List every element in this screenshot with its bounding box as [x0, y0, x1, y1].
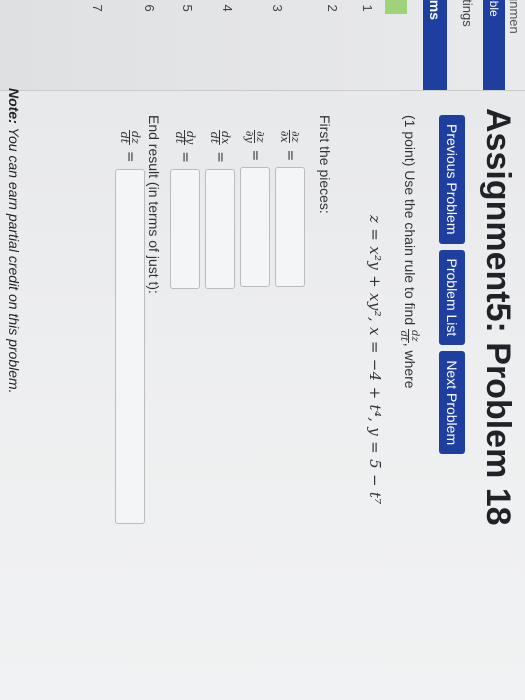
dy-dt-fraction: dy dt: [173, 130, 198, 146]
sidebar-item-label: m 5: [180, 0, 195, 12]
sidebar: gnmen oble etings ems m 1 m 2 m 3 m 4 m …: [0, 0, 525, 91]
problem-equation: z = x²y + xy², x = −4 + t⁴, y = 5 − t⁷: [366, 215, 384, 505]
fraction-numerator: dz: [408, 329, 420, 343]
problem-intro-suffix: , where: [401, 342, 418, 389]
sidebar-item-problem[interactable]: m 2: [325, 0, 340, 40]
dx-dt-fraction: dx dt: [208, 130, 233, 146]
equals-sign: =: [212, 151, 228, 163]
piece-row-dy-dt: dy dt =: [170, 130, 200, 289]
piece-row-dz-dy: ∂z ∂y =: [240, 130, 270, 288]
sidebar-item-label: m 2: [325, 0, 340, 12]
equals-sign: =: [177, 151, 193, 163]
sidebar-item-label: m 6: [142, 0, 157, 12]
answer-input-dz-dt[interactable]: [115, 168, 145, 524]
fraction-numerator: dz: [129, 130, 143, 145]
sidebar-item-label: m 1: [360, 0, 375, 12]
next-problem-button[interactable]: Next Problem: [439, 351, 465, 455]
sidebar-item-label: m 3: [270, 0, 285, 12]
fraction-denominator: dt: [173, 131, 187, 144]
answer-input-dx-dt[interactable]: [205, 168, 235, 289]
fraction-denominator: dt: [208, 131, 222, 144]
sidebar-item-problem[interactable]: m 6: [142, 0, 157, 40]
fraction-numerator: ∂z: [289, 130, 303, 144]
problem-intro-text: (1 point) Use the chain rule to find: [401, 115, 418, 326]
fraction-denominator: ∂y: [243, 130, 257, 143]
piece-row-dz-dx: ∂z ∂x =: [275, 130, 305, 288]
sidebar-item-active[interactable]: oble: [483, 0, 505, 90]
previous-problem-button[interactable]: Previous Problem: [439, 115, 465, 244]
fraction-denominator: dt: [398, 330, 409, 342]
dz-dt-fraction: dz dt: [118, 130, 143, 145]
answer-input-dz-dy[interactable]: [240, 167, 270, 288]
sidebar-item-problem[interactable]: m 3: [270, 0, 285, 40]
fraction-numerator: ∂z: [254, 130, 268, 144]
fraction-numerator: dy: [184, 130, 198, 146]
partial-z-y-fraction: ∂z ∂y: [243, 130, 268, 144]
problem-list-button[interactable]: Problem List: [439, 249, 465, 346]
end-result-label: End result (in terms of just t):: [146, 115, 162, 294]
pieces-label: First the pieces:: [317, 115, 333, 214]
equals-sign: =: [247, 149, 263, 162]
page: gnmen oble etings ems m 1 m 2 m 3 m 4 m …: [0, 0, 525, 700]
partial-z-x-fraction: ∂z ∂x: [278, 130, 303, 144]
sidebar-item-problem[interactable]: m 7: [90, 0, 105, 40]
sidebar-item-label: oble: [487, 0, 501, 17]
sidebar-item-problem[interactable]: m 5: [180, 0, 195, 40]
sidebar-problems-header: ems: [423, 0, 447, 90]
note-label: Note:: [6, 88, 22, 124]
sidebar-status-swatch: [385, 0, 407, 14]
fraction-denominator: dt: [118, 131, 132, 144]
problem-nav: Previous Problem Problem List Next Probl…: [439, 115, 465, 455]
fraction-denominator: ∂x: [278, 130, 292, 143]
answer-input-dz-dx[interactable]: [275, 167, 305, 288]
note-text: You can earn partial credit on this prob…: [6, 123, 22, 394]
problem-statement: (1 point) Use the chain rule to find dz …: [398, 115, 420, 389]
piece-row-dx-dt: dx dt =: [205, 130, 235, 289]
answer-input-dy-dt[interactable]: [170, 169, 200, 289]
sidebar-item-settings[interactable]: etings: [460, 0, 475, 27]
page-title: Assignment5: Problem 18: [479, 108, 517, 526]
sidebar-item-label: m 4: [220, 0, 235, 12]
dz-dt-fraction: dz dt: [398, 329, 420, 343]
sidebar-header: gnmen: [507, 0, 522, 34]
sidebar-problems-label: ems: [427, 0, 443, 21]
sidebar-item-problem[interactable]: m 1: [360, 0, 375, 40]
sidebar-item-label: m 7: [90, 0, 105, 12]
sidebar-item-problem[interactable]: m 4: [220, 0, 235, 40]
partial-credit-note: Note: You can earn partial credit on thi…: [6, 88, 22, 394]
fraction-numerator: dx: [219, 130, 233, 146]
end-result-row: dz dt =: [115, 130, 145, 524]
equals-sign: =: [122, 150, 138, 163]
equals-sign: =: [282, 149, 298, 162]
